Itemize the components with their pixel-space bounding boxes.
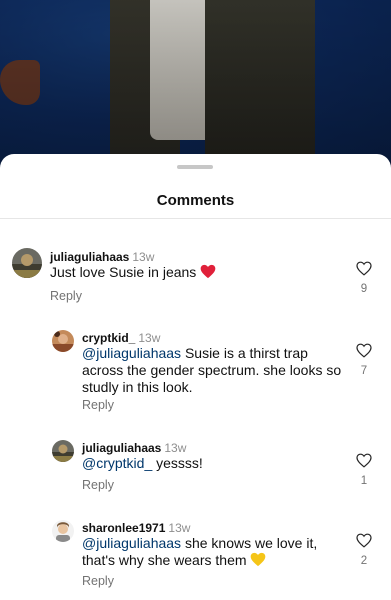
like-count: 1 [360, 475, 368, 487]
mention-link[interactable]: @cryptkid_ [82, 455, 152, 471]
video-background [0, 0, 391, 170]
comments-sheet: Comments juliaguliahaas 13w Just love Sus… [0, 154, 391, 600]
like-count: 2 [360, 555, 368, 567]
heart-outline-icon [356, 533, 372, 548]
like-button[interactable]: 2 [353, 533, 375, 567]
drag-handle[interactable] [177, 165, 213, 169]
reply-button[interactable]: Reply [82, 478, 114, 492]
comment-item: juliaguliahaas 13w Just love Susie in jea… [0, 244, 391, 304]
like-count: 7 [360, 365, 368, 377]
comment-username[interactable]: sharonlee1971 [82, 521, 165, 535]
yellow-heart-icon [250, 552, 266, 571]
like-button[interactable]: 1 [353, 453, 375, 487]
avatar[interactable] [52, 330, 74, 352]
comment-time: 13w [138, 331, 161, 345]
divider [0, 218, 391, 219]
reply-button[interactable]: Reply [50, 289, 82, 303]
comment-item: sharonlee1971 13w @juliaguliahaas she kno… [0, 516, 391, 596]
reply-button[interactable]: Reply [82, 398, 114, 412]
comment-text: @juliaguliahaas Susie is a thirst trap a… [82, 345, 342, 395]
comment-username[interactable]: cryptkid_ [82, 331, 135, 345]
reply-button[interactable]: Reply [82, 574, 114, 588]
comment-text: @cryptkid_ yessss! [82, 455, 203, 471]
like-button[interactable]: 7 [353, 343, 375, 377]
avatar[interactable] [12, 248, 42, 278]
comment-time: 13w [164, 441, 187, 455]
sheet-title: Comments [156, 192, 235, 209]
comment-item: juliaguliahaas 13w @cryptkid_ yessss! Rep… [0, 436, 391, 496]
like-count: 9 [360, 283, 368, 295]
avatar[interactable] [52, 520, 74, 542]
mention-link[interactable]: @juliaguliahaas [82, 535, 181, 551]
comment-username[interactable]: juliaguliahaas [82, 441, 161, 455]
mention-link[interactable]: @juliaguliahaas [82, 345, 181, 361]
like-button[interactable]: 9 [353, 261, 375, 295]
comment-item: cryptkid_ 13w @juliaguliahaas Susie is a … [0, 326, 391, 416]
comment-text: @juliaguliahaas she knows we love it, th… [82, 535, 352, 571]
heart-outline-icon [356, 453, 372, 468]
comment-time: 13w [168, 521, 191, 535]
avatar[interactable] [52, 440, 74, 462]
comment-time: 13w [132, 250, 155, 264]
heart-outline-icon [356, 261, 372, 276]
comment-text: Just love Susie in jeans [50, 264, 330, 283]
red-heart-icon [200, 264, 216, 283]
comment-username[interactable]: juliaguliahaas [50, 250, 129, 264]
heart-outline-icon [356, 343, 372, 358]
